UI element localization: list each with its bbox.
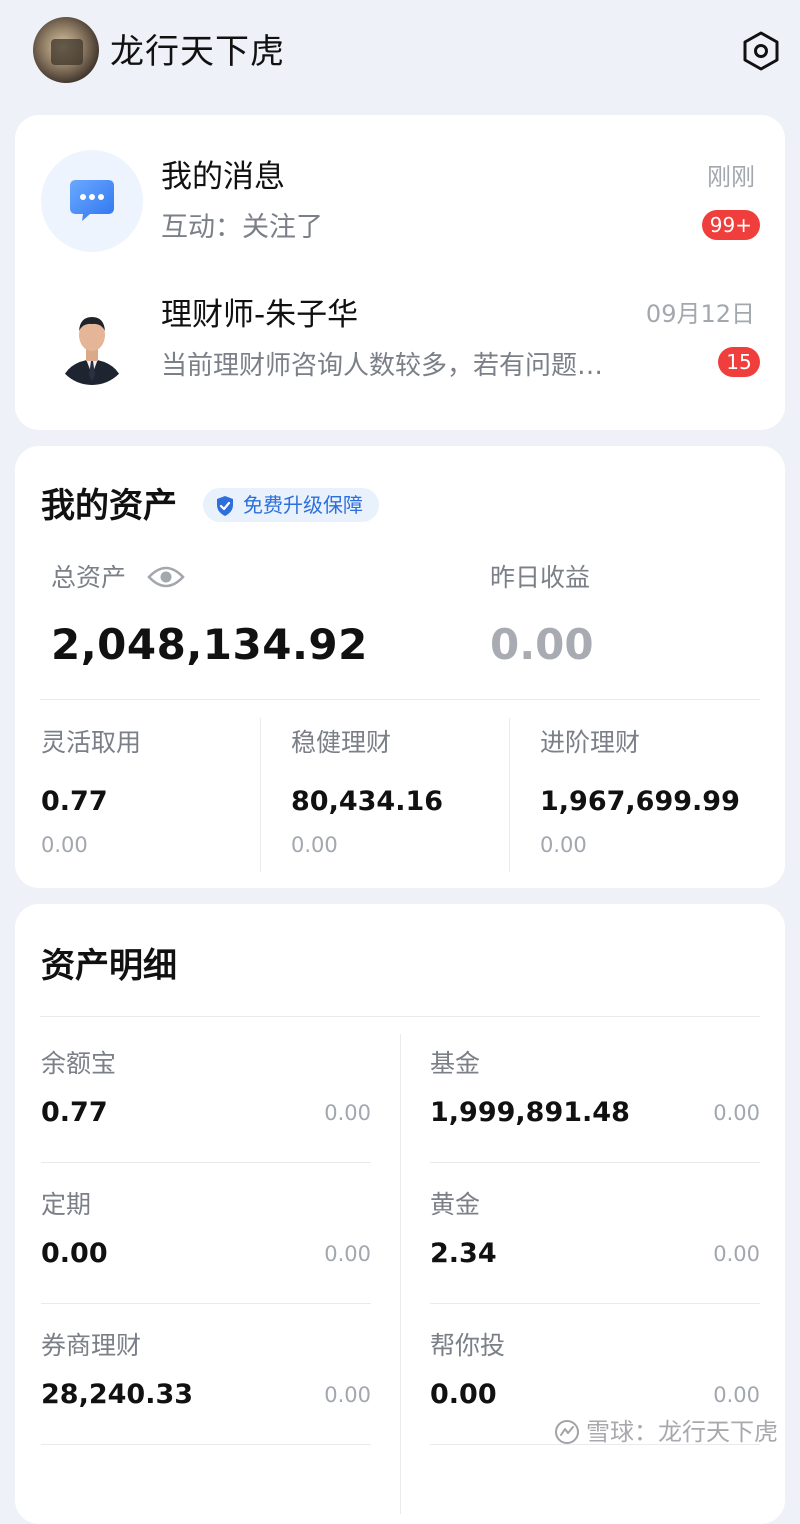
messages-card: 我的消息 互动：关注了 刚刚 99+ 理财师-朱子华 当前理财师咨询人数较多，若… — [15, 115, 785, 430]
divider — [430, 1303, 760, 1304]
detail-item-name: 帮你投 — [430, 1331, 506, 1360]
divider — [41, 1162, 371, 1163]
page-header: 龙行天下虎 — [0, 0, 800, 106]
detail-item-name: 定期 — [41, 1190, 92, 1219]
detail-item-gain: 0.00 — [324, 1242, 371, 1266]
divider — [400, 1034, 401, 1514]
asset-category-value: 1,967,699.99 — [540, 786, 740, 817]
unread-badge: 99+ — [701, 210, 760, 240]
advisor-message-preview: 当前理财师咨询人数较多，若有问题… — [161, 351, 604, 381]
my-messages-subtitle: 互动：关注了 — [161, 212, 323, 243]
asset-category-flexible[interactable]: 灵活取用 0.77 0.00 — [41, 726, 261, 860]
my-messages-time: 刚刚 — [707, 163, 755, 191]
yesterday-earnings-label: 昨日收益 — [490, 563, 591, 592]
total-assets-label: 总资产 — [51, 563, 127, 592]
detail-item-value: 0.00 — [41, 1238, 108, 1269]
divider — [430, 1162, 760, 1163]
shield-check-icon — [217, 496, 233, 516]
asset-category-gain: 0.00 — [540, 833, 587, 857]
username[interactable]: 龙行天下虎 — [110, 28, 285, 76]
asset-category-steady[interactable]: 稳健理财 80,434.16 0.00 — [291, 726, 511, 860]
detail-item-value: 1,999,891.48 — [430, 1097, 630, 1128]
assets-card: 我的资产 免费升级保障 总资产 2,048,134.92 昨日收益 0.00 灵… — [15, 446, 785, 888]
message-icon-circle — [41, 150, 143, 252]
asset-category-advanced[interactable]: 进阶理财 1,967,699.99 0.00 — [540, 726, 760, 860]
watermark-text: 雪球：龙行天下虎 — [586, 1418, 778, 1446]
advisor-message-time: 09月12日 — [645, 300, 755, 328]
advisor-avatar — [54, 309, 130, 385]
divider — [40, 1016, 760, 1017]
watermark: 雪球：龙行天下虎 — [554, 1415, 778, 1449]
yesterday-earnings-value: 0.00 — [490, 620, 594, 669]
protection-tag[interactable]: 免费升级保障 — [203, 488, 379, 522]
xueqiu-logo-icon — [555, 1420, 579, 1444]
detail-item-gain: 0.00 — [713, 1383, 760, 1407]
detail-item-broker[interactable]: 券商理财 28,240.33 0.00 — [41, 1329, 371, 1469]
detail-item-name: 券商理财 — [41, 1331, 142, 1360]
divider — [509, 718, 510, 872]
detail-item-gain: 0.00 — [713, 1242, 760, 1266]
asset-category-value: 80,434.16 — [291, 786, 444, 817]
detail-item-name: 余额宝 — [41, 1049, 117, 1078]
detail-item-value: 0.00 — [430, 1379, 497, 1410]
detail-item-yuebao[interactable]: 余额宝 0.77 0.00 — [41, 1047, 371, 1187]
asset-category-gain: 0.00 — [41, 833, 88, 857]
detail-item-fixed-term[interactable]: 定期 0.00 0.00 — [41, 1188, 371, 1328]
asset-details-title: 资产明细 — [41, 946, 177, 986]
user-avatar[interactable] — [33, 17, 99, 83]
protection-tag-label: 免费升级保障 — [243, 493, 363, 517]
detail-item-gain: 0.00 — [324, 1383, 371, 1407]
divider — [260, 718, 261, 872]
total-assets-value: 2,048,134.92 — [51, 620, 368, 669]
asset-category-gain: 0.00 — [291, 833, 338, 857]
asset-category-value: 0.77 — [41, 786, 108, 817]
divider — [41, 1303, 371, 1304]
advisor-unread-badge: 15 — [718, 347, 760, 377]
detail-item-gain: 0.00 — [324, 1101, 371, 1125]
divider — [40, 699, 760, 700]
detail-item-name: 基金 — [430, 1049, 481, 1078]
my-messages-title: 我的消息 — [161, 159, 285, 195]
detail-item-value: 2.34 — [430, 1238, 497, 1269]
asset-category-label: 灵活取用 — [41, 728, 142, 757]
detail-item-gold[interactable]: 黄金 2.34 0.00 — [430, 1188, 760, 1328]
detail-item-fund[interactable]: 基金 1,999,891.48 0.00 — [430, 1047, 760, 1187]
eye-icon[interactable] — [147, 562, 185, 592]
advisor-name: 理财师-朱子华 — [161, 297, 359, 333]
assets-title: 我的资产 — [41, 486, 177, 526]
chat-bubble-icon — [70, 180, 114, 221]
settings-hex-icon[interactable] — [740, 30, 782, 72]
asset-category-label: 进阶理财 — [540, 728, 641, 757]
detail-item-name: 黄金 — [430, 1190, 481, 1219]
divider — [41, 1444, 371, 1445]
detail-item-gain: 0.00 — [713, 1101, 760, 1125]
detail-item-value: 0.77 — [41, 1097, 108, 1128]
detail-item-value: 28,240.33 — [41, 1379, 194, 1410]
asset-category-label: 稳健理财 — [291, 728, 392, 757]
